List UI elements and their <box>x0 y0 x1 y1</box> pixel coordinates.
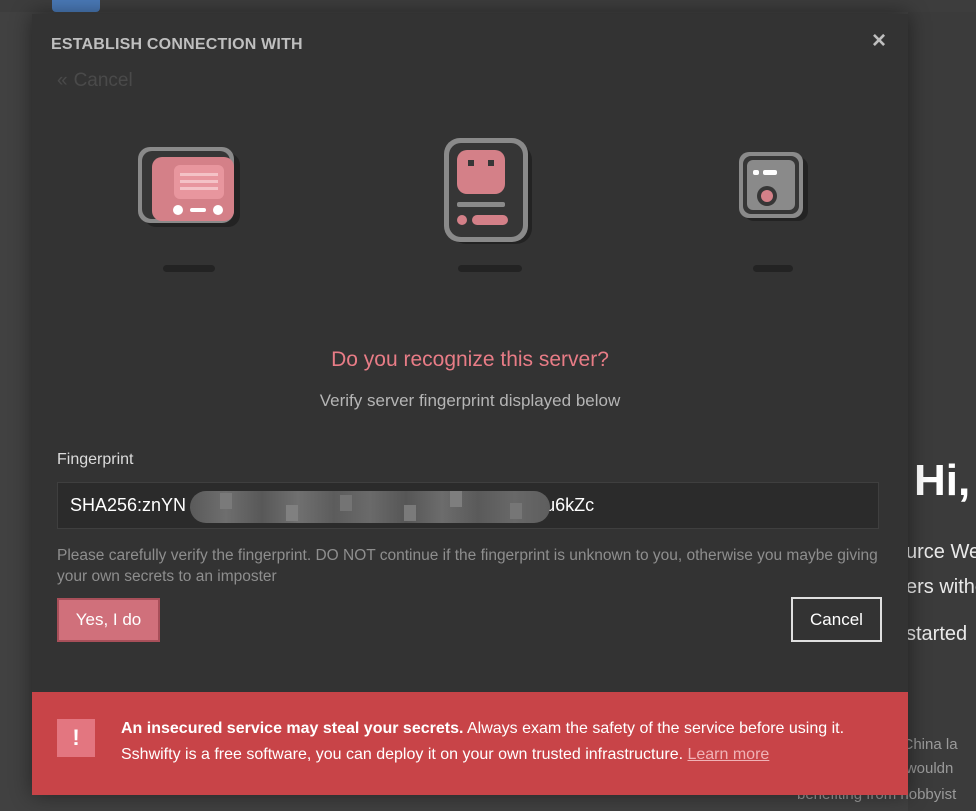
fingerprint-redaction-blur <box>190 491 550 523</box>
illustration-shadow <box>458 265 522 272</box>
double-chevron-left-icon: « <box>57 70 68 91</box>
security-alert-bar: ! An insecured service may steal your se… <box>32 692 908 795</box>
learn-more-link[interactable]: Learn more <box>687 746 769 763</box>
back-cancel-link[interactable]: «Cancel <box>57 70 133 92</box>
fingerprint-prefix: SHA256:znYN <box>70 495 187 515</box>
cancel-button[interactable]: Cancel <box>791 597 882 642</box>
background-greeting: Hi, <box>914 456 971 505</box>
background-text-line: urce We <box>906 541 976 563</box>
logo-icon <box>52 0 100 12</box>
connection-dialog: ESTABLISH CONNECTION WITH × «Cancel Do y… <box>32 14 908 795</box>
background-content <box>908 12 976 811</box>
alert-bold-text: An insecured service may steal your secr… <box>121 720 464 737</box>
confirm-yes-button[interactable]: Yes, I do <box>57 598 160 642</box>
background-text-line: started <box>906 623 968 645</box>
dialog-title: ESTABLISH CONNECTION WITH <box>51 36 303 53</box>
remote-device-icon <box>739 152 809 222</box>
fingerprint-warning: Please carefully verify the fingerprint.… <box>57 547 878 585</box>
background-text-line: ers witho <box>906 576 976 598</box>
fingerprint-label: Fingerprint <box>57 451 134 468</box>
robot-server-icon <box>444 138 534 246</box>
close-icon[interactable]: × <box>870 29 888 53</box>
illustration-shadow <box>753 265 793 272</box>
back-cancel-label: Cancel <box>73 70 133 91</box>
illustration-shadow <box>163 265 215 272</box>
verify-subtitle: Verify server fingerprint displayed belo… <box>319 391 621 410</box>
client-terminal-icon <box>138 147 242 229</box>
alert-message: An insecured service may steal your secr… <box>121 716 891 768</box>
fingerprint-suffix: u6kZc <box>545 495 595 515</box>
background-topbar <box>0 0 976 12</box>
recognize-server-heading: Do you recognize this server? <box>331 348 609 371</box>
exclamation-icon: ! <box>57 719 95 757</box>
